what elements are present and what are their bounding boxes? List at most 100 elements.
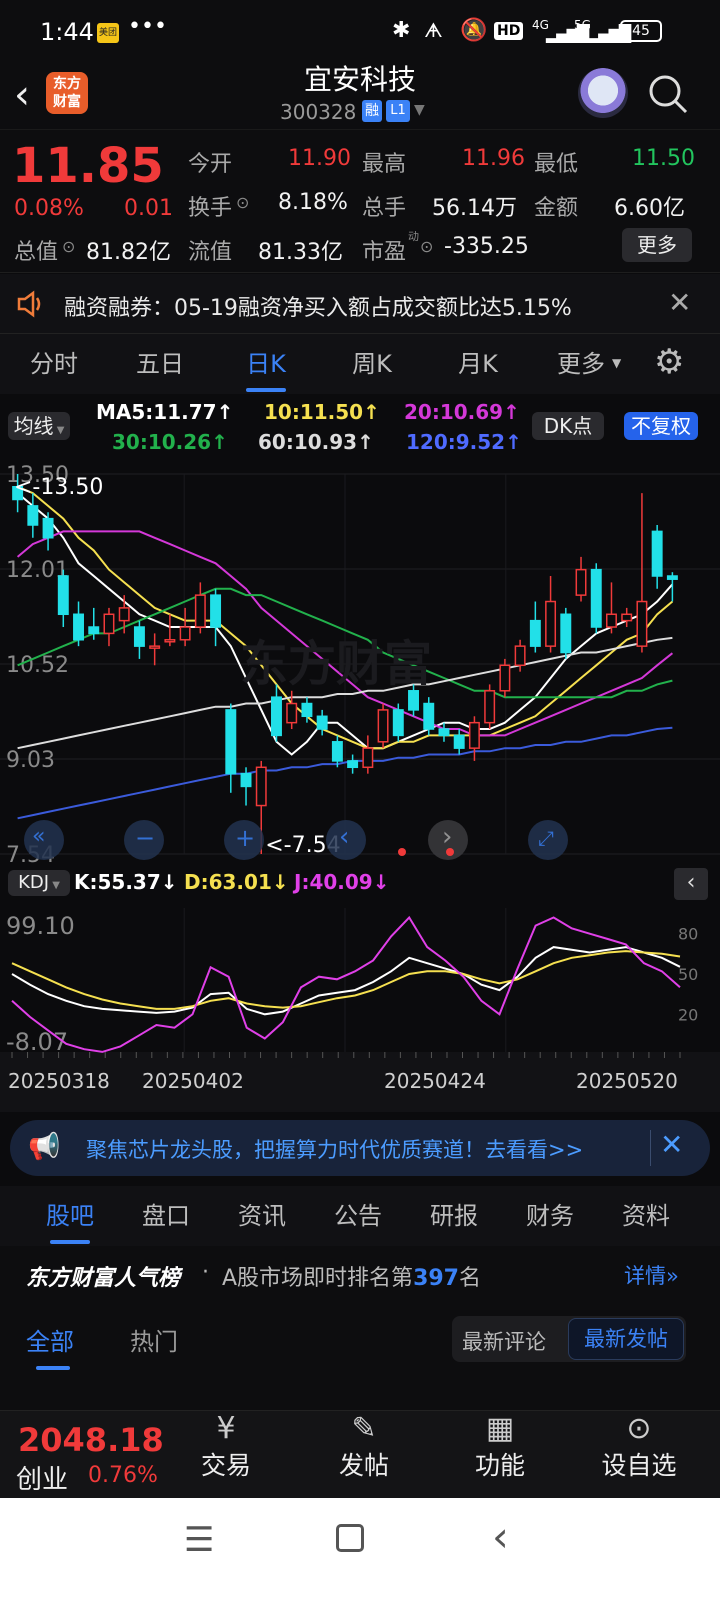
back-icon[interactable]: ‹: [14, 72, 30, 118]
active-tab-indicator: [36, 1366, 70, 1370]
d-label: D:63.01↓: [184, 870, 289, 894]
candle-up: [164, 639, 176, 643]
kdj-y-tick-right: 50: [678, 965, 698, 984]
active-tab-indicator: [246, 388, 286, 392]
back-nav-icon[interactable]: ‹: [492, 1512, 509, 1561]
close-icon[interactable]: ✕: [660, 1128, 683, 1161]
home-icon[interactable]: [336, 1524, 364, 1552]
candle-down: [666, 575, 678, 580]
page-dot: [398, 848, 406, 856]
info-icon[interactable]: ⊙: [236, 193, 249, 212]
system-nav-bar: ☰ ‹: [0, 1498, 720, 1600]
trade-button[interactable]: ¥ 交易: [196, 1411, 256, 1482]
kdj-y-tick-right: 20: [678, 1005, 698, 1024]
candle-down: [423, 702, 435, 730]
ma20-label: 20:10.69↑: [404, 400, 520, 424]
zoom-in-button[interactable]: +: [224, 820, 264, 860]
expand-icon: ⤢: [538, 826, 554, 850]
more-button[interactable]: 更多: [622, 228, 692, 262]
index-name[interactable]: 创业: [16, 1459, 68, 1496]
candle-up: [636, 600, 648, 647]
level1-tag: L1: [386, 100, 410, 122]
tab-five-day[interactable]: 五日: [120, 334, 200, 394]
candle-down: [590, 568, 602, 628]
volume-value: 56.14万: [432, 196, 517, 221]
amount-value: 6.60亿: [614, 196, 685, 221]
robot-assistant-icon[interactable]: [578, 68, 628, 118]
edit-icon: ✎: [351, 1411, 377, 1446]
bluetooth-icon: ✱: [392, 18, 411, 43]
eastmoney-logo[interactable]: 东方 财富: [46, 72, 88, 114]
features-button[interactable]: ▦ 功能: [470, 1411, 530, 1482]
mute-icon: 🔕: [460, 18, 488, 43]
kdj-chart[interactable]: 99.10 -8.07 80 50 20 20250318 20250402 20250424…: [0, 900, 720, 1112]
collapse-panel-button[interactable]: ‹: [674, 868, 708, 900]
sort-latest-post[interactable]: 最新发帖: [568, 1318, 684, 1360]
prev-button[interactable]: ‹: [326, 820, 366, 860]
info-icon[interactable]: ⊙: [62, 237, 75, 256]
high-label: 最高: [362, 152, 407, 177]
tab-monthly-k[interactable]: 月K: [438, 334, 518, 394]
tab-orderbook[interactable]: 盘口: [126, 1186, 206, 1246]
info-icon[interactable]: ⊙: [420, 237, 433, 256]
change-abs: 0.01: [124, 196, 173, 221]
ma-selector[interactable]: 均线 ▼: [8, 412, 70, 440]
tab-news[interactable]: 资讯: [222, 1186, 302, 1246]
rank-detail-link[interactable]: 详情»: [624, 1260, 679, 1290]
tab-finance[interactable]: 财务: [510, 1186, 590, 1246]
margin-tag: 融: [362, 100, 382, 122]
more-circle-icon: ⊙: [626, 1411, 652, 1446]
fullscreen-button[interactable]: ⤢: [528, 820, 568, 860]
low-label: 最低: [534, 152, 579, 177]
dk-point-button[interactable]: DK点: [532, 412, 604, 440]
info-tabs: 股吧 盘口 资讯 公告 研报 财务 资料: [0, 1186, 720, 1246]
dropdown-icon[interactable]: ▼: [414, 102, 425, 118]
sort-latest-comment[interactable]: 最新评论: [462, 1326, 546, 1356]
post-button[interactable]: ✎ 发帖: [334, 1411, 394, 1482]
volume-label: 总手: [362, 196, 407, 221]
candle-up: [255, 766, 267, 807]
app-root: 1:44 美团 ••• ✱ ᗗ 🔕 HD 4G ▂▄▆█ 5G ▂▄▆█ 45 …: [0, 0, 720, 1600]
tab-weekly-k[interactable]: 周K: [332, 334, 412, 394]
candle-down: [347, 760, 359, 769]
search-icon[interactable]: [646, 72, 690, 116]
status-time: 1:44: [40, 18, 94, 46]
chevron-left-icon: ‹: [686, 870, 696, 895]
no-adjust-button[interactable]: 不复权: [624, 412, 698, 440]
gear-icon[interactable]: ⚙: [654, 342, 684, 382]
low-value: 11.50: [632, 146, 695, 171]
kdj-y-tick-left: -8.07: [6, 1028, 68, 1056]
tab-intraday[interactable]: 分时: [14, 334, 94, 394]
tab-research[interactable]: 研报: [414, 1186, 494, 1246]
tab-more-dropdown-icon[interactable]: ▼: [612, 356, 621, 370]
kdj-y-tick-right: 80: [678, 925, 698, 944]
tab-daily-k[interactable]: 日K: [226, 334, 306, 394]
indicator-selector[interactable]: KDJ ▼: [8, 870, 70, 896]
tab-profile[interactable]: 资料: [606, 1186, 686, 1246]
tab-forum[interactable]: 股吧: [30, 1186, 110, 1246]
x-tick-label: 20250402: [142, 1069, 244, 1093]
candle-up: [179, 626, 191, 641]
promo-banner[interactable]: 📢 聚焦芯片龙头股，把握算力时代优质赛道！去看看>> ✕: [10, 1120, 710, 1176]
watermark-logo: 东方财富: [240, 636, 433, 692]
j-value: J:40.09: [294, 870, 373, 894]
indicator-selector-label: KDJ: [18, 872, 50, 893]
popularity-rank-row[interactable]: 东方财富人气榜 · A股市场即时排名第397名 详情»: [0, 1246, 720, 1302]
tab-all-posts[interactable]: 全部: [26, 1322, 74, 1357]
index-value[interactable]: 2048.18: [18, 1421, 164, 1459]
arrow-up-icon: ↑: [357, 430, 374, 454]
float-label: 流值: [188, 240, 233, 265]
zoom-out-button[interactable]: −: [124, 820, 164, 860]
ma20-value: 20:10.69: [404, 400, 504, 424]
rewind-button[interactable]: «: [24, 820, 64, 860]
tab-more[interactable]: 更多: [546, 334, 616, 394]
tab-announcements[interactable]: 公告: [318, 1186, 398, 1246]
turnover-label: 换手: [188, 196, 233, 221]
candle-up: [118, 607, 130, 622]
close-icon[interactable]: ✕: [668, 286, 691, 319]
margin-notice-bar[interactable]: 融资融券：05-19融资净买入额占成交额比达5.15% ✕: [0, 274, 720, 334]
index-change: 0.76%: [88, 1463, 158, 1488]
menu-icon[interactable]: ☰: [184, 1520, 214, 1560]
tab-hot-posts[interactable]: 热门: [130, 1322, 178, 1357]
add-watchlist-button[interactable]: ⊙ 设自选: [594, 1411, 684, 1482]
